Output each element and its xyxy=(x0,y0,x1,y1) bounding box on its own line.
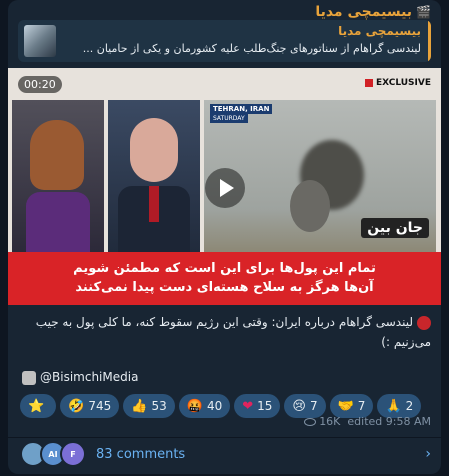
divider xyxy=(8,437,441,438)
caption-line-2: آن‌ها هرگز به سلاح هسته‌ای دست پیدا نمی‌… xyxy=(75,280,374,295)
video-frame-guest xyxy=(108,100,200,256)
reaction-angry[interactable]: 🤬 40 xyxy=(178,394,231,418)
reply-title: بیسیمچی مدیا xyxy=(338,24,421,38)
message-text: لیندسی گراهام درباره ایران: وقتی این رژی… xyxy=(35,315,431,349)
play-icon[interactable] xyxy=(205,168,245,208)
broadcaster-logo: جان بین xyxy=(361,218,429,238)
reply-preview[interactable]: بیسیمچی مدیا لیندسی گراهام از سناتورهای … xyxy=(18,20,431,62)
comments-button[interactable]: AI F 83 comments › xyxy=(20,441,431,467)
reaction-laugh[interactable]: 🤣 745 xyxy=(60,394,120,418)
message-bubble: 🎬بیسیمچی مدیا بیسیمچی مدیا لیندسی گراهام… xyxy=(8,0,441,474)
message-meta: 16K edited 9:58 AM xyxy=(304,415,431,428)
location-label: TEHRAN, IRAN xyxy=(210,104,273,114)
reply-text: لیندسی گراهام از سناتورهای جنگ‌طلب علیه … xyxy=(82,42,421,55)
day-label: SATURDAY xyxy=(210,114,248,123)
video-duration: 00:20 xyxy=(18,76,62,93)
reaction-thumbs-up[interactable]: 👍 53 xyxy=(123,394,175,418)
reply-accent-bar xyxy=(428,20,431,62)
views-icon xyxy=(304,418,317,426)
video-caption-band: تمام این پول‌ها برای این است که مطمئن شو… xyxy=(8,252,441,305)
reaction-heart[interactable]: ❤ 15 xyxy=(234,394,281,418)
comments-count: 83 comments xyxy=(96,446,186,462)
exclusive-badge: EXCLUSIVE xyxy=(364,78,431,88)
video-player[interactable]: TEHRAN, IRAN SATURDAY EXCLUSIVE 00:20 جا… xyxy=(8,68,441,305)
red-badge-icon xyxy=(417,315,431,330)
channel-avatar-icon xyxy=(22,370,36,385)
commenter-avatar: F xyxy=(60,441,86,467)
channel-handle[interactable]: @BisimchiMedia xyxy=(22,370,138,385)
camera-icon: 🎬 xyxy=(416,5,431,19)
caption-line-1: تمام این پول‌ها برای این است که مطمئن شو… xyxy=(73,261,376,276)
chevron-right-icon: › xyxy=(425,446,431,462)
reply-thumbnail xyxy=(24,25,56,57)
channel-name[interactable]: 🎬بیسیمچی مدیا xyxy=(8,4,431,20)
reaction-star[interactable]: ⭐ xyxy=(20,394,57,418)
video-frame-host xyxy=(12,100,104,256)
